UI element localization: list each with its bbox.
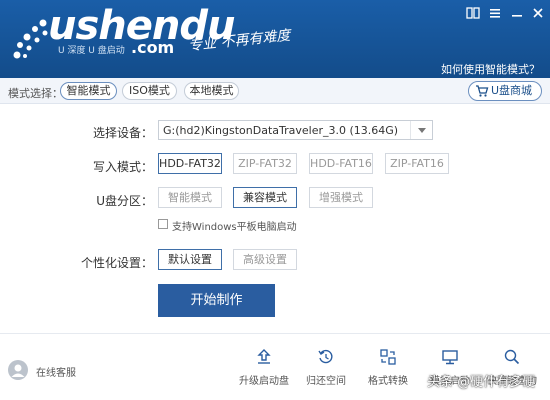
write-zip-fat16-button[interactable]: ZIP-FAT16 (385, 153, 449, 174)
watermark-text: 头条 @硬件有多硬 (427, 375, 536, 390)
write-hdd-fat16-button[interactable]: HDD-FAT16 (309, 153, 373, 174)
device-label: 选择设备： (92, 126, 153, 140)
write-hdd-fat32-button[interactable]: HDD-FAT32 (158, 153, 222, 174)
logo-domain: .com (131, 38, 175, 57)
convert-icon (380, 349, 396, 365)
close-icon[interactable] (530, 6, 546, 22)
restore-space-button[interactable]: 归还空间 (296, 348, 356, 392)
mode-local-button[interactable]: 本地模式 (184, 82, 239, 100)
cart-icon (476, 85, 489, 97)
search-icon (504, 349, 520, 365)
logo-subtitle: U 深度 U 盘启动 (58, 46, 125, 56)
chevron-down-icon[interactable] (410, 121, 432, 139)
advanced-settings-button[interactable]: 高级设置 (233, 249, 297, 270)
start-making-button[interactable]: 开始制作 (158, 284, 275, 317)
upgrade-boot-disk-button[interactable]: 升级启动盘 (234, 348, 294, 392)
book-icon[interactable] (465, 6, 481, 22)
mode-bar: 模式选择： 智能模式 ISO模式 本地模式 U盘商城 (0, 78, 550, 104)
mode-smart-button[interactable]: 智能模式 (60, 82, 117, 100)
mode-label: 模式选择： (8, 87, 63, 100)
restore-space-label: 归还空间 (306, 376, 346, 387)
upgrade-boot-disk-label: 升级启动盘 (239, 376, 289, 387)
tablet-boot-checkbox[interactable] (158, 219, 168, 229)
format-convert-label: 格式转换 (368, 376, 408, 387)
usb-shop-button[interactable]: U盘商城 (468, 81, 542, 101)
restore-icon (318, 349, 333, 364)
write-zip-fat32-button[interactable]: ZIP-FAT32 (233, 153, 297, 174)
minimize-icon[interactable] (509, 6, 525, 22)
help-link[interactable]: 如何使用智能模式？ (441, 61, 540, 77)
user-avatar-icon (8, 360, 28, 380)
personal-settings-label: 个性化设置： (80, 256, 153, 270)
partition-compatible-button[interactable]: 兼容模式 (233, 187, 297, 208)
upload-icon (257, 349, 271, 364)
partition-enhanced-button[interactable]: 增强模式 (309, 187, 373, 208)
usb-shop-label: U盘商城 (491, 84, 533, 97)
mode-iso-button[interactable]: ISO模式 (122, 82, 177, 100)
partition-label: U盘分区： (96, 194, 153, 208)
device-select[interactable]: G:(hd2)KingstonDataTraveler_3.0 (13.64G) (158, 120, 433, 140)
default-settings-button[interactable]: 默认设置 (158, 249, 222, 270)
monitor-icon (442, 350, 458, 365)
menu-icon[interactable] (487, 6, 503, 22)
write-mode-label: 写入模式： (92, 160, 153, 174)
device-value: G:(hd2)KingstonDataTraveler_3.0 (13.64G) (163, 124, 399, 137)
online-service-label: 在线客服 (36, 368, 76, 379)
format-convert-button[interactable]: 格式转换 (358, 348, 418, 392)
partition-smart-button[interactable]: 智能模式 (158, 187, 222, 208)
logo-dots-icon (13, 19, 48, 59)
tablet-boot-label: 支持Windows平板电脑启动 (172, 222, 297, 233)
app-header: ushendu U 深度 U 盘启动 .com 专业 不再有难度 如何使用智能模… (0, 0, 550, 78)
